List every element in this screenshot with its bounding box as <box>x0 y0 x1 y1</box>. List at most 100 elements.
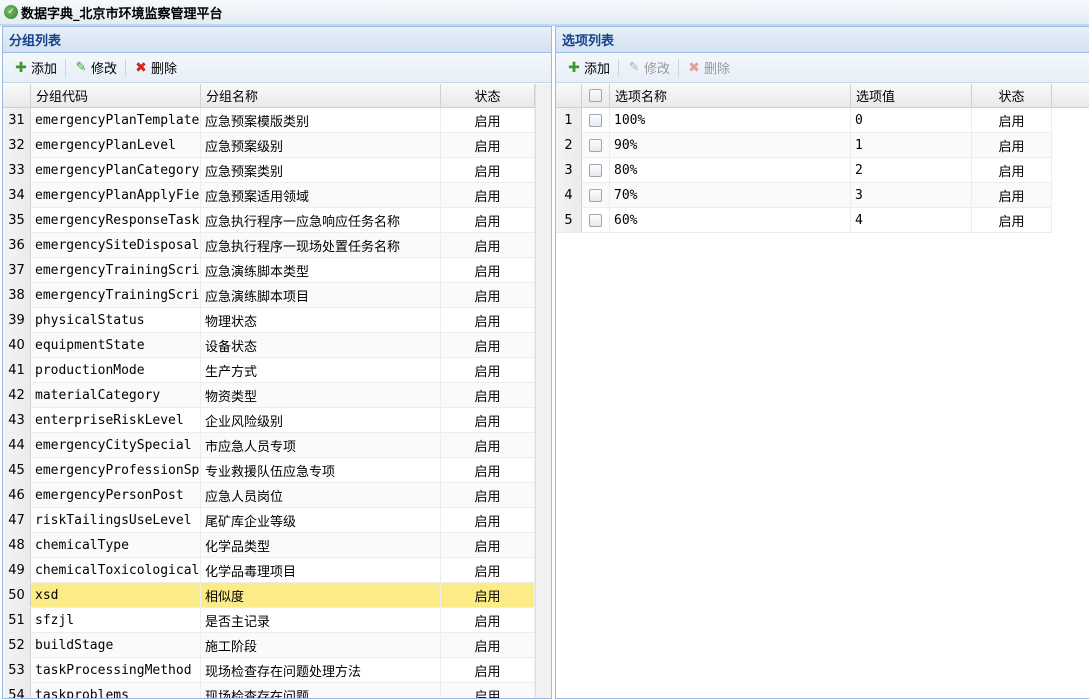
table-row[interactable]: 52 buildStage 施工阶段 启用 <box>3 633 535 658</box>
col-header-option-name[interactable]: 选项名称 <box>610 84 851 107</box>
group-status-cell: 启用 <box>441 533 535 557</box>
group-code-cell: equipmentState <box>31 333 201 357</box>
table-row[interactable]: 39 physicalStatus 物理状态 启用 <box>3 308 535 333</box>
select-all-cell[interactable] <box>582 84 610 107</box>
table-row[interactable]: 32 emergencyPlanLevel 应急预案级别 启用 <box>3 133 535 158</box>
group-name-cell: 应急演练脚本类型 <box>201 258 441 282</box>
table-row[interactable]: 5 60% 4 启用 <box>556 208 1052 233</box>
group-code-cell: emergencySiteDisposal <box>31 233 201 257</box>
table-row[interactable]: 51 sfzjl 是否主记录 启用 <box>3 608 535 633</box>
table-row[interactable]: 40 equipmentState 设备状态 启用 <box>3 333 535 358</box>
row-select-cell[interactable] <box>582 208 610 232</box>
row-checkbox[interactable] <box>589 138 602 152</box>
table-row[interactable]: 42 materialCategory 物资类型 启用 <box>3 383 535 408</box>
option-delete-button[interactable]: ✖ 删除 <box>682 57 735 79</box>
group-edit-button[interactable]: ✎ 修改 <box>69 57 122 79</box>
group-code-cell: emergencyPlanCategory <box>31 158 201 182</box>
row-checkbox[interactable] <box>589 163 602 177</box>
table-row[interactable]: 38 emergencyTrainingScri 应急演练脚本项目 启用 <box>3 283 535 308</box>
col-header-status[interactable]: 状态 <box>441 84 535 107</box>
group-name-cell: 应急预案级别 <box>201 133 441 157</box>
option-value-cell: 0 <box>851 108 972 132</box>
option-add-button[interactable]: ✚ 添加 <box>562 57 615 79</box>
table-row[interactable]: 31 emergencyPlanTemplate 应急预案模版类别 启用 <box>3 108 535 133</box>
row-select-cell[interactable] <box>582 183 610 207</box>
table-row[interactable]: 4 70% 3 启用 <box>556 183 1052 208</box>
table-row[interactable]: 48 chemicalType 化学品类型 启用 <box>3 533 535 558</box>
group-status-cell: 启用 <box>441 183 535 207</box>
option-edit-button[interactable]: ✎ 修改 <box>622 57 675 79</box>
group-status-cell: 启用 <box>441 333 535 357</box>
row-number: 48 <box>3 533 31 557</box>
pencil-icon: ✎ <box>628 59 640 75</box>
table-row[interactable]: 45 emergencyProfessionSp 专业救援队伍应急专项 启用 <box>3 458 535 483</box>
table-row[interactable]: 37 emergencyTrainingScri 应急演练脚本类型 启用 <box>3 258 535 283</box>
table-row[interactable]: 3 80% 2 启用 <box>556 158 1052 183</box>
rownum-header <box>3 84 31 107</box>
group-code-cell: buildStage <box>31 633 201 657</box>
table-row[interactable]: 41 productionMode 生产方式 启用 <box>3 358 535 383</box>
window-title: 数据字典_北京市环境监察管理平台 <box>21 6 223 22</box>
row-select-cell[interactable] <box>582 108 610 132</box>
table-row[interactable]: 47 riskTailingsUseLevel 尾矿库企业等级 启用 <box>3 508 535 533</box>
plus-icon: ✚ <box>568 59 580 76</box>
group-code-cell: sfzjl <box>31 608 201 632</box>
select-all-checkbox[interactable] <box>589 89 602 102</box>
group-grid-scrollbar[interactable] <box>535 84 551 698</box>
table-row[interactable]: 2 90% 1 启用 <box>556 133 1052 158</box>
row-number: 43 <box>3 408 31 432</box>
group-code-cell: enterpriseRiskLevel <box>31 408 201 432</box>
col-header-name[interactable]: 分组名称 <box>201 84 441 107</box>
col-header-option-status[interactable]: 状态 <box>972 84 1052 107</box>
row-number: 53 <box>3 658 31 682</box>
group-status-cell: 启用 <box>441 433 535 457</box>
group-code-cell: chemicalToxicological <box>31 558 201 582</box>
group-name-cell: 企业风险级别 <box>201 408 441 432</box>
group-toolbar: ✚ 添加 ✎ 修改 ✖ 删除 <box>3 53 551 83</box>
table-row[interactable]: 53 taskProcessingMethod 现场检查存在问题处理方法 启用 <box>3 658 535 683</box>
option-list-panel: 选项列表 ✚ 添加 ✎ 修改 ✖ 删除 选项名称 选项值 状态 1 100% 0 启用… <box>555 26 1089 699</box>
col-header-option-value[interactable]: 选项值 <box>851 84 972 107</box>
table-row[interactable]: 44 emergencyCitySpecial 市应急人员专项 启用 <box>3 433 535 458</box>
group-name-cell: 物理状态 <box>201 308 441 332</box>
option-status-cell: 启用 <box>972 208 1052 232</box>
group-name-cell: 化学品毒理项目 <box>201 558 441 582</box>
group-add-button[interactable]: ✚ 添加 <box>9 57 62 79</box>
group-status-cell: 启用 <box>441 358 535 382</box>
group-name-cell: 专业救援队伍应急专项 <box>201 458 441 482</box>
row-number: 39 <box>3 308 31 332</box>
group-status-cell: 启用 <box>441 408 535 432</box>
option-grid-body: 1 100% 0 启用 2 90% 1 启用 3 80% 2 启用 4 70% 3 启用 5 60% 4 启用 <box>556 108 1089 233</box>
group-code-cell: emergencyPlanLevel <box>31 133 201 157</box>
row-select-cell[interactable] <box>582 158 610 182</box>
table-row[interactable]: 36 emergencySiteDisposal 应急执行程序一现场处置任务名称 启用 <box>3 233 535 258</box>
table-row[interactable]: 1 100% 0 启用 <box>556 108 1052 133</box>
table-row[interactable]: 34 emergencyPlanApplyFie 应急预案适用领域 启用 <box>3 183 535 208</box>
group-code-cell: emergencyPersonPost <box>31 483 201 507</box>
row-checkbox[interactable] <box>589 188 602 202</box>
group-code-cell: taskproblems <box>31 683 201 698</box>
group-name-cell: 化学品类型 <box>201 533 441 557</box>
row-number: 40 <box>3 333 31 357</box>
row-number: 31 <box>3 108 31 132</box>
group-code-cell: productionMode <box>31 358 201 382</box>
group-name-cell: 尾矿库企业等级 <box>201 508 441 532</box>
row-select-cell[interactable] <box>582 133 610 157</box>
table-row[interactable]: 46 emergencyPersonPost 应急人员岗位 启用 <box>3 483 535 508</box>
group-name-cell: 应急预案模版类别 <box>201 108 441 132</box>
table-row[interactable]: 49 chemicalToxicological 化学品毒理项目 启用 <box>3 558 535 583</box>
table-row[interactable]: 43 enterpriseRiskLevel 企业风险级别 启用 <box>3 408 535 433</box>
table-row[interactable]: 35 emergencyResponseTask 应急执行程序一应急响应任务名称 启用 <box>3 208 535 233</box>
col-header-code[interactable]: 分组代码 <box>31 84 201 107</box>
group-status-cell: 启用 <box>441 158 535 182</box>
row-checkbox[interactable] <box>589 213 602 227</box>
x-icon: ✖ <box>135 59 147 76</box>
group-delete-button[interactable]: ✖ 删除 <box>129 57 182 79</box>
group-name-cell: 应急执行程序一应急响应任务名称 <box>201 208 441 232</box>
row-checkbox[interactable] <box>589 113 602 127</box>
x-icon: ✖ <box>688 59 700 76</box>
table-row[interactable]: 33 emergencyPlanCategory 应急预案类别 启用 <box>3 158 535 183</box>
group-name-cell: 施工阶段 <box>201 633 441 657</box>
table-row[interactable]: 50 xsd 相似度 启用 <box>3 583 535 608</box>
table-row[interactable]: 54 taskproblems 现场检查存在问题 启用 <box>3 683 535 698</box>
